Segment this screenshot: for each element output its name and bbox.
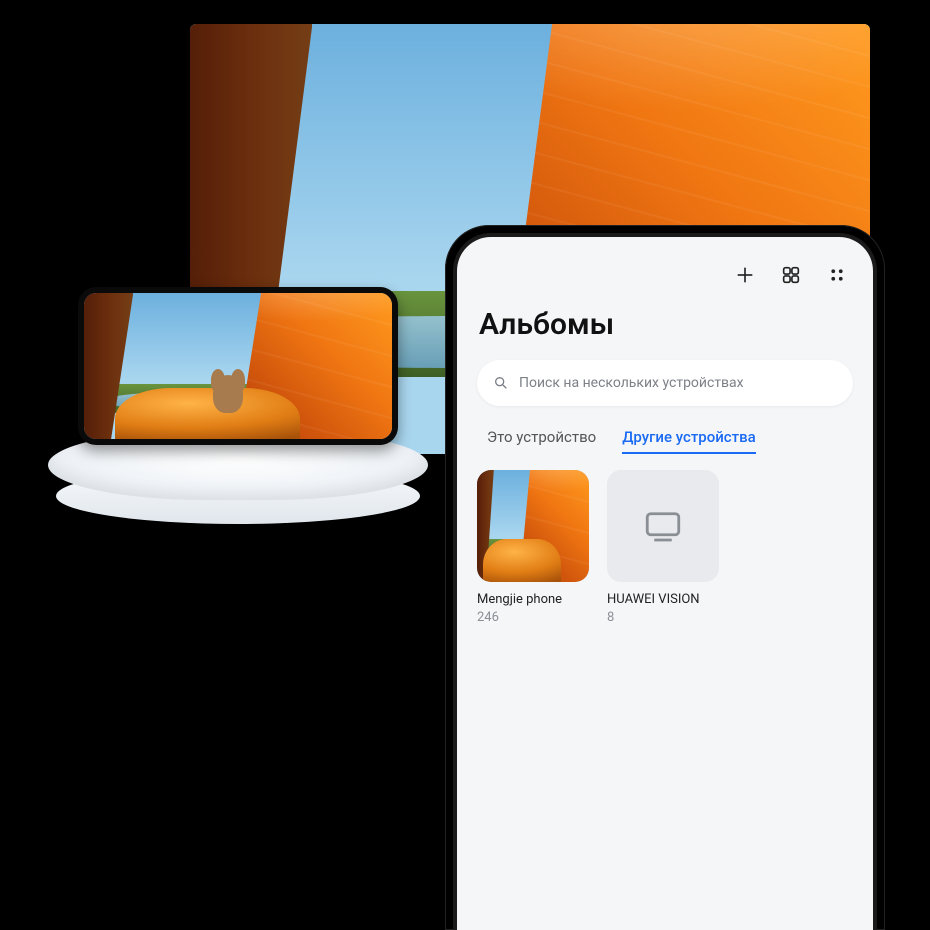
primary-phone: Альбомы Поиск на нескольких устройствах …: [445, 225, 885, 930]
device-thumbnail: [607, 470, 719, 582]
plus-icon: [734, 264, 756, 286]
grid-icon: [780, 264, 802, 286]
device-count: 8: [607, 610, 719, 625]
device-count: 246: [477, 610, 589, 625]
gallery-app: Альбомы Поиск на нескольких устройствах …: [457, 237, 873, 930]
device-item-phone[interactable]: Mengjie phone 246: [477, 470, 589, 625]
device-thumbnail: [477, 470, 589, 582]
search-placeholder: Поиск на нескольких устройствах: [519, 375, 744, 391]
tab-this-device[interactable]: Это устройство: [487, 428, 596, 454]
device-name: Mengjie phone: [477, 592, 589, 608]
add-button[interactable]: [733, 263, 757, 287]
search-input[interactable]: Поиск на нескольких устройствах: [477, 360, 853, 406]
more-button[interactable]: [825, 263, 849, 287]
search-icon: [493, 375, 509, 391]
page-title: Альбомы: [479, 307, 851, 342]
tv-icon: [642, 505, 684, 547]
more-icon: [828, 266, 846, 284]
app-toolbar: [477, 253, 853, 297]
device-tabs: Это устройство Другие устройства: [487, 428, 843, 454]
device-item-vision[interactable]: HUAWEI VISION 8: [607, 470, 719, 625]
device-name: HUAWEI VISION: [607, 592, 719, 608]
tab-other-devices[interactable]: Другие устройства: [622, 428, 755, 454]
grid-view-button[interactable]: [779, 263, 803, 287]
device-stand: [48, 430, 428, 550]
secondary-phone: [78, 287, 398, 445]
device-grid: Mengjie phone 246 HUAWEI VISION 8: [477, 470, 853, 625]
